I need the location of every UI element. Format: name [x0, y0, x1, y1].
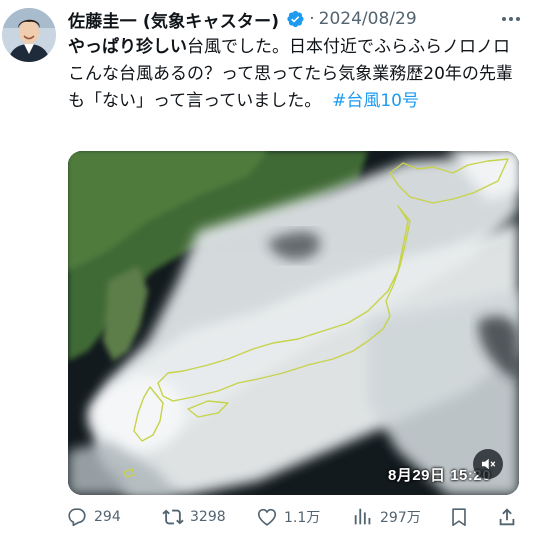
repost-count: 3298 — [190, 509, 226, 525]
like-count: 1.1万 — [284, 510, 321, 526]
satellite-image — [68, 151, 519, 495]
views-icon — [354, 508, 371, 525]
avatar-image — [2, 8, 56, 62]
bookmark-button[interactable] — [448, 503, 470, 531]
hashtag-link[interactable]: #台風10号 — [332, 91, 419, 111]
author-name[interactable]: 佐藤圭一 (気象キャスター) — [68, 7, 279, 32]
like-button[interactable]: 1.1万 — [256, 503, 320, 531]
action-bar: 294 3298 1.1万 297万 — [66, 503, 526, 531]
views-button[interactable]: 297万 — [352, 503, 421, 531]
views-count: 297万 — [380, 510, 421, 526]
share-button[interactable] — [496, 503, 518, 531]
mute-icon — [482, 458, 496, 470]
heart-icon — [257, 508, 277, 526]
author-avatar[interactable] — [2, 8, 56, 62]
post-date[interactable]: 2024/08/29 — [319, 9, 417, 29]
tweet-media[interactable]: 8月29日 15:20 — [68, 151, 519, 495]
tweet-text: やっぱり珍しい台風でした。日本付近でふらふらノロノロこんな台風あるの？って思って… — [68, 34, 526, 115]
tweet-header: 佐藤圭一 (気象キャスター) · 2024/08/29 — [68, 6, 529, 32]
mute-button[interactable] — [473, 449, 503, 479]
reply-count: 294 — [94, 509, 121, 525]
bookmark-icon — [452, 508, 466, 527]
share-icon — [499, 508, 515, 526]
reply-button[interactable]: 294 — [66, 503, 121, 531]
repost-button[interactable]: 3298 — [162, 503, 226, 531]
separator-dot: · — [309, 9, 315, 29]
verified-badge-icon — [285, 9, 305, 29]
repost-icon — [162, 509, 184, 525]
tweet-text-bold: やっぱり珍しい — [68, 37, 187, 57]
reply-icon — [68, 508, 86, 527]
more-options-icon[interactable] — [499, 7, 523, 31]
